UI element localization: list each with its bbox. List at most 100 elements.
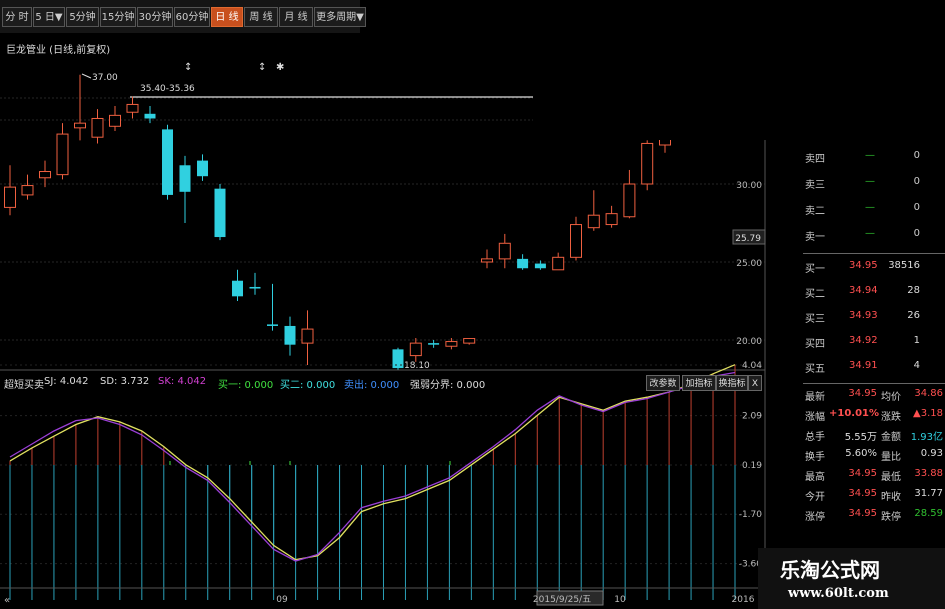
book-label: 卖三 [805,180,825,191]
candle-body[interactable] [91,117,104,138]
indicator-value: SD: 3.732 [100,376,150,387]
candle-body[interactable] [144,113,156,119]
quote-row: 涨幅 +10.01% 涨跌 ▲3.18 [765,408,945,429]
quote-row: 最高 34.95 最低 33.88 [765,468,945,489]
book-label: 买一 [805,264,825,275]
quote-key: 换手 [805,452,825,463]
high-pointer [81,73,92,79]
close-indicator-button[interactable]: X [748,375,762,391]
candle-body[interactable] [249,286,261,289]
book-volume: 4 [913,360,920,371]
quote-row: 最新 34.95 均价 34.86 [765,388,945,409]
candle-body[interactable] [623,183,636,218]
candle-body[interactable] [605,213,618,226]
event-marker: ↕ [184,62,192,73]
buy-row: 买四 34.92 1 [765,335,945,356]
price-axis-label: 20.00 [736,337,762,347]
candle-body[interactable] [267,324,278,326]
indicator-button[interactable]: 换指标 [716,375,748,391]
price-axis-label: 30.00 [736,181,762,191]
book-label: 买二 [805,289,825,300]
candle-body[interactable] [39,171,51,179]
quote-value: 0.93 [920,448,943,459]
watermark-title: 乐淘公式网 [780,558,880,582]
buy-row: 买五 34.91 4 [765,360,945,381]
candle-body[interactable] [126,103,139,113]
watermark: 乐淘公式网 www.60lt.com [758,548,945,609]
candle-body[interactable] [197,160,208,177]
quote-row: 总手 5.55万 金额 1.93亿 [765,428,945,449]
indicator-name[interactable]: 超短买卖 [4,376,44,391]
candle-body[interactable] [428,343,440,345]
book-label: 卖二 [805,206,825,217]
book-volume: 1 [913,335,920,346]
event-marker: ↕ [258,62,266,73]
watermark-url: www.60lt.com [788,586,889,601]
candle-body[interactable] [162,129,173,195]
quote-value: +10.01% [829,408,880,419]
price-axis-label: 25.00 [736,259,762,269]
book-price: 34.92 [849,335,878,346]
indicator-button[interactable]: 改参数 [646,375,680,391]
buy-row: 买二 34.94 28 [765,285,945,306]
candle-body[interactable] [109,114,121,127]
candle-body[interactable] [232,280,243,297]
sell-row: 卖三 —0 [765,176,945,197]
candle-body[interactable] [498,242,511,260]
quote-value: 28.59 [914,508,943,519]
candle-body[interactable] [284,325,296,345]
candle-body[interactable] [74,122,86,129]
book-volume: 0 [913,176,920,187]
book-price: 34.94 [849,285,878,296]
x-axis-label: 09 [276,595,288,605]
indicator-value: SK: 4.042 [158,376,207,387]
candle-body[interactable] [534,263,546,269]
indicator-value: SJ: 4.042 [44,376,89,387]
candle-body[interactable] [409,342,422,357]
candle-body[interactable] [21,185,34,196]
quote-key: 今开 [805,492,825,503]
chart-title: 巨龙管业 (日线,前复权) [6,45,111,56]
book-price: 34.91 [849,360,878,371]
current-price-text: 25.79 [735,234,761,244]
candle-body[interactable] [517,258,529,269]
high-label: 37.00 [92,73,118,83]
book-label: 卖一 [805,232,825,243]
candle-body[interactable] [641,142,654,185]
candle-body[interactable] [463,337,476,344]
buy-row: 买一 34.95 38516 [765,260,945,281]
quote-value: 31.77 [914,488,943,499]
book-price: 34.95 [849,260,878,271]
indicator-axis-label: 0.19 [742,461,762,471]
candle-body[interactable] [570,224,582,258]
buy-row: 买三 34.93 26 [765,310,945,331]
candle-body[interactable] [179,165,191,192]
candle-body[interactable] [301,328,314,344]
book-price: 34.93 [849,310,878,321]
scroll-left-icon[interactable]: « [4,595,10,606]
quote-row: 换手 5.60% 量比 0.93 [765,448,945,469]
quote-value: 1.93亿 [910,432,943,443]
candle-body[interactable] [587,214,600,229]
candle-body[interactable] [481,258,493,263]
candle-body[interactable] [4,186,16,208]
quote-value: ▲3.18 [913,408,943,419]
indicator-axis-label: 4.04 [742,361,762,371]
indicator-value: 买一: 0.000 [218,380,274,391]
indicator-axis-label: 2.09 [742,412,762,422]
book-label: 买三 [805,314,825,325]
quote-key: 涨停 [805,512,825,523]
book-volume: 28 [907,285,920,296]
book-volume: 26 [907,310,920,321]
x-axis-label: 2015/9/25/五 [533,595,591,605]
book-volume: 0 [913,150,920,161]
quote-panel: 卖四 —0 卖三 —0 卖二 —0 卖一 —0 买一 34.95 38516 买二 34.94 28 买三 3… [765,140,945,609]
indicator-axis-label: -1.70 [739,510,763,520]
indicator-button[interactable]: 加指标 [682,375,716,391]
candle-body[interactable] [552,256,565,271]
candle-body[interactable] [56,133,69,176]
indicator-value: 卖出: 0.000 [344,380,400,391]
candle-body[interactable] [214,188,226,238]
quote-key: 最高 [805,472,825,483]
candle-body[interactable] [445,341,458,347]
